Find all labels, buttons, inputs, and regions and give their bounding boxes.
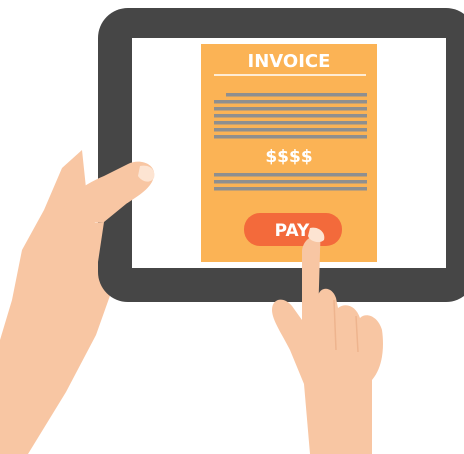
invoice-amount: $$$$	[265, 147, 312, 167]
invoice-lines-bottom	[214, 173, 367, 191]
pay-button[interactable]: PAY	[244, 213, 342, 246]
invoice-title: INVOICE	[248, 51, 331, 72]
illustration: INVOICE $$$$ PAY	[0, 8, 464, 454]
pay-button-label: PAY	[275, 221, 310, 241]
